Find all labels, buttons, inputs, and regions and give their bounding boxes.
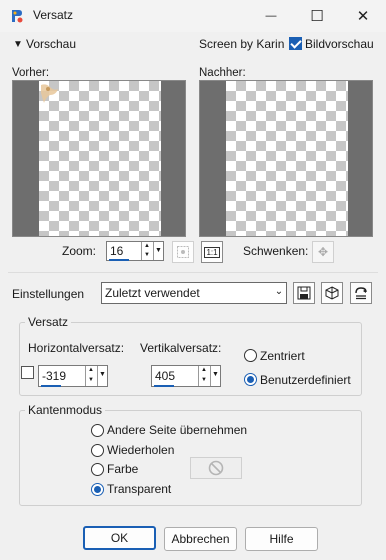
edge-radio-color[interactable] (91, 463, 104, 476)
save-preset-button[interactable] (293, 282, 315, 304)
chevron-down-icon: ⌄ (274, 286, 284, 297)
close-button[interactable]: ✕ (340, 0, 386, 32)
zoom-label: Zoom: (62, 244, 97, 258)
bildvorschau-label[interactable]: Bildvorschau (305, 37, 374, 51)
reset-button[interactable] (350, 282, 372, 304)
collapse-preview-icon[interactable]: ▼ (13, 39, 23, 50)
cancel-button[interactable]: Abbrechen (164, 527, 237, 551)
custom-radio[interactable] (244, 373, 257, 386)
edge-label-transparent[interactable]: Transparent (107, 482, 171, 496)
link-checkbox[interactable] (21, 366, 34, 379)
bildvorschau-checkbox[interactable] (289, 37, 302, 50)
image-fragment (40, 83, 60, 107)
after-preview[interactable] (199, 80, 373, 237)
custom-label[interactable]: Benutzerdefiniert (260, 373, 351, 387)
after-canvas (226, 81, 348, 236)
move-icon: ✥ (317, 245, 329, 259)
save-icon (297, 286, 311, 300)
kantenmodus-title: Kantenmodus (25, 403, 106, 417)
close-icon: ✕ (356, 8, 370, 25)
edge-label-repeat[interactable]: Wiederholen (107, 443, 174, 457)
minimize-icon: — (265, 10, 277, 22)
centered-label[interactable]: Zentriert (260, 349, 305, 363)
actual-size-icon: 1:1 (204, 246, 220, 258)
vertical-spinner[interactable]: ▲ ▼ (198, 366, 209, 386)
vertical-input[interactable]: 405 ▲ ▼ ▼ (151, 365, 221, 387)
edge-label-wrap[interactable]: Andere Seite übernehmen (107, 423, 247, 437)
horizontal-label: Horizontalversatz: (28, 341, 125, 355)
edge-radio-wrap[interactable] (91, 424, 104, 437)
settings-dropdown[interactable]: Zuletzt verwendet ⌄ (101, 282, 287, 304)
reset-icon (355, 287, 367, 300)
maximize-icon: ☐ (310, 8, 324, 25)
vertical-dropdown-icon[interactable]: ▼ (210, 366, 220, 386)
actual-size-button[interactable]: 1:1 (201, 241, 223, 263)
before-label: Vorher: (12, 67, 50, 79)
color-swatch[interactable] (190, 457, 242, 479)
minimize-button[interactable]: — (248, 0, 294, 32)
app-icon (9, 8, 25, 24)
edge-radio-repeat[interactable] (91, 444, 104, 457)
centered-radio[interactable] (244, 349, 257, 362)
pan-button[interactable]: ✥ (312, 241, 334, 263)
settings-label: Einstellungen (12, 287, 85, 301)
separator (8, 272, 378, 273)
versatz-title: Versatz (25, 315, 72, 329)
zoom-dropdown-icon[interactable]: ▼ (153, 242, 163, 260)
zoom-input[interactable]: 16 ▲ ▼ ▼ (106, 241, 164, 261)
vertical-value: 405 (155, 369, 176, 383)
zoom-value: 16 (110, 244, 124, 258)
preset-options-button[interactable] (321, 282, 343, 304)
no-color-icon (208, 460, 224, 476)
horizontal-value: -319 (42, 369, 67, 383)
preview-toggle-label[interactable]: Vorschau (26, 37, 76, 51)
edge-radio-transparent[interactable] (91, 483, 104, 496)
before-preview[interactable] (12, 80, 186, 237)
pan-label: Schwenken: (243, 244, 309, 258)
horizontal-dropdown-icon[interactable]: ▼ (97, 366, 107, 386)
zoom-spinner[interactable]: ▲ ▼ (141, 242, 152, 260)
zoom-fit-button[interactable] (172, 241, 194, 263)
after-label: Nachher: (199, 67, 246, 79)
maximize-button[interactable]: ☐ (294, 0, 340, 32)
horizontal-spinner[interactable]: ▲ ▼ (85, 366, 96, 386)
vertical-label: Vertikalversatz: (140, 341, 222, 355)
window-title: Versatz (33, 8, 74, 22)
credit-text: Screen by Karin (199, 37, 285, 51)
help-button[interactable]: Hilfe (245, 527, 318, 551)
edge-label-color[interactable]: Farbe (107, 462, 138, 476)
settings-value: Zuletzt verwendet (105, 286, 200, 300)
zoom-fit-icon (177, 246, 189, 258)
cube-icon (325, 286, 339, 300)
horizontal-input[interactable]: -319 ▲ ▼ ▼ (38, 365, 108, 387)
ok-button[interactable]: OK (83, 526, 156, 550)
